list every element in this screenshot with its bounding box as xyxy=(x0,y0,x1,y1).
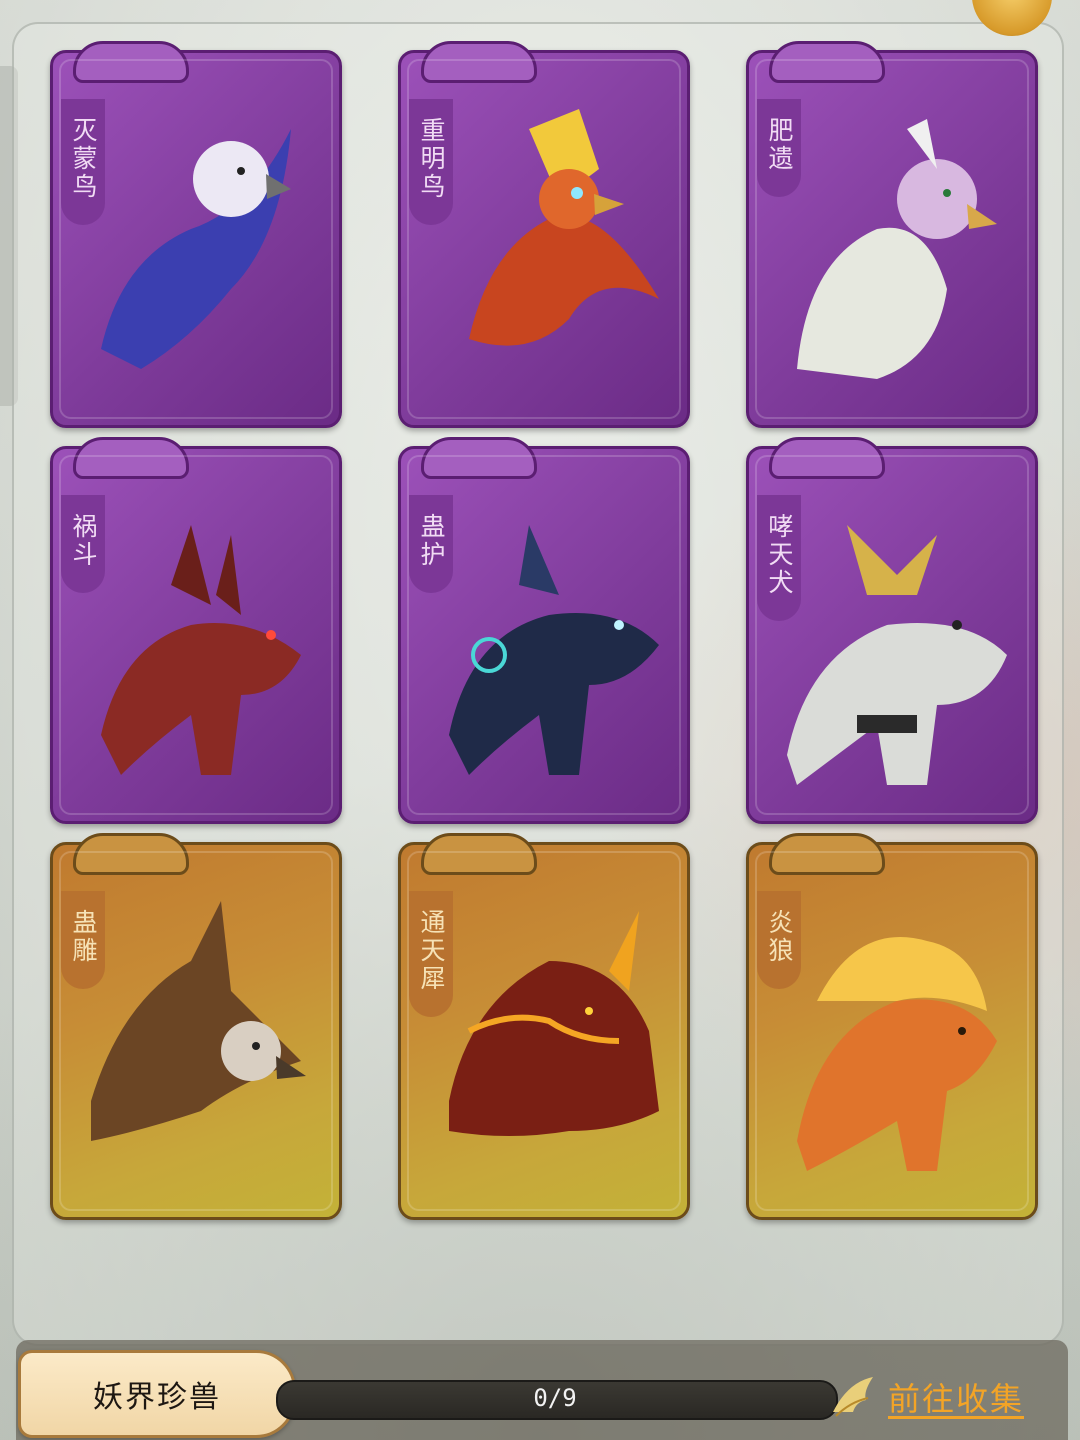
beast-name-tag: 蛊雕 xyxy=(61,891,105,989)
beast-name: 炎狼 xyxy=(765,909,794,965)
beast-name-tag: 通天犀 xyxy=(409,891,453,1017)
beast-card-6[interactable]: 哮天犬 xyxy=(746,437,1038,824)
beast-name-tag: 肥遗 xyxy=(757,99,801,197)
beast-name: 蛊护 xyxy=(417,513,446,569)
beast-name-tag: 灭蒙鸟 xyxy=(61,99,105,225)
beast-name: 肥遗 xyxy=(765,117,794,173)
beast-card-4[interactable]: 祸斗 xyxy=(50,437,342,824)
beast-card-2[interactable]: 重明鸟 xyxy=(398,41,690,428)
collection-title-tab[interactable]: 妖界珍兽 xyxy=(18,1350,296,1438)
beast-name: 祸斗 xyxy=(69,513,98,569)
beast-name-tag: 祸斗 xyxy=(61,495,105,593)
beast-card-7[interactable]: 蛊雕 xyxy=(50,833,342,1220)
beast-name: 蛊雕 xyxy=(69,909,98,965)
beast-card-1[interactable]: 灭蒙鸟 xyxy=(50,41,342,428)
beast-card-9[interactable]: 炎狼 xyxy=(746,833,1038,1220)
progress-text: 0/9 xyxy=(533,1384,577,1412)
beast-name: 通天犀 xyxy=(417,909,446,993)
beast-name-tag: 哮天犬 xyxy=(757,495,801,621)
beast-name: 灭蒙鸟 xyxy=(69,117,98,201)
beast-card-5[interactable]: 蛊护 xyxy=(398,437,690,824)
beast-name-tag: 蛊护 xyxy=(409,495,453,593)
beast-card-8[interactable]: 通天犀 xyxy=(398,833,690,1220)
beast-name: 哮天犬 xyxy=(765,513,794,597)
beast-name-tag: 重明鸟 xyxy=(409,99,453,225)
go-collect-link[interactable]: 前往收集 xyxy=(888,1372,1024,1422)
wing-icon xyxy=(828,1372,878,1422)
collection-title: 妖界珍兽 xyxy=(93,1380,221,1415)
beast-name-tag: 炎狼 xyxy=(757,891,801,989)
beast-card-3[interactable]: 肥遗 xyxy=(746,41,1038,428)
beast-name: 重明鸟 xyxy=(417,117,446,201)
